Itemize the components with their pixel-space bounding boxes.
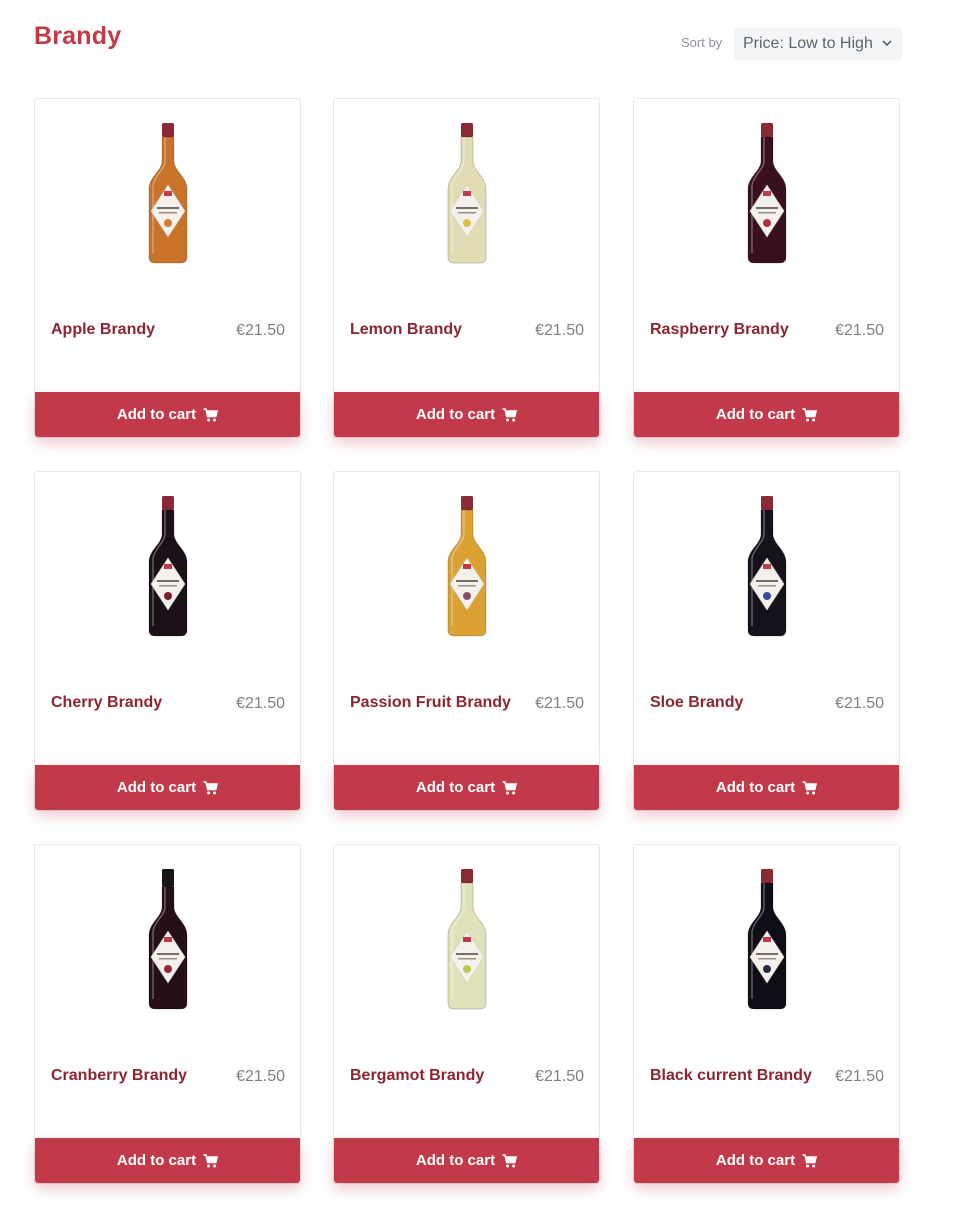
add-to-cart-label: Add to cart (116, 779, 197, 796)
add-to-cart-button[interactable]: Add to cart (634, 1138, 899, 1183)
cart-icon (203, 780, 219, 794)
product-card[interactable]: Sloe Brandy €21.50 Add to cart (633, 471, 900, 811)
product-name[interactable]: Black current Brandy (650, 1067, 812, 1085)
cart-icon (802, 1153, 818, 1167)
cart-icon (802, 407, 818, 421)
product-image[interactable] (442, 869, 492, 1014)
product-name[interactable]: Lemon Brandy (350, 321, 462, 339)
cart-icon (502, 1153, 518, 1167)
add-to-cart-button[interactable]: Add to cart (334, 765, 599, 810)
add-to-cart-label: Add to cart (415, 779, 496, 796)
product-price: €21.50 (535, 695, 584, 712)
add-to-cart-button[interactable]: Add to cart (35, 392, 300, 437)
product-image[interactable] (143, 496, 193, 641)
add-to-cart-label: Add to cart (116, 406, 197, 423)
add-to-cart-label: Add to cart (715, 406, 796, 423)
add-to-cart-button[interactable]: Add to cart (334, 392, 599, 437)
cart-icon (502, 407, 518, 421)
sort-label: Sort by (681, 35, 723, 50)
product-card[interactable]: Passion Fruit Brandy €21.50 Add to cart (333, 471, 600, 811)
product-image[interactable] (742, 123, 792, 268)
product-price: €21.50 (535, 1068, 584, 1085)
product-price: €21.50 (236, 1068, 285, 1085)
product-card[interactable]: Cranberry Brandy €21.50 Add to cart (34, 844, 301, 1184)
add-to-cart-label: Add to cart (415, 1152, 496, 1169)
add-to-cart-button[interactable]: Add to cart (634, 392, 899, 437)
cart-icon (802, 780, 818, 794)
add-to-cart-button[interactable]: Add to cart (334, 1138, 599, 1183)
add-to-cart-button[interactable]: Add to cart (35, 1138, 300, 1183)
product-card[interactable]: Apple Brandy €21.50 Add to cart (34, 98, 301, 438)
product-image[interactable] (143, 123, 193, 268)
product-price: €21.50 (535, 322, 584, 339)
product-name[interactable]: Cherry Brandy (51, 694, 162, 712)
product-image[interactable] (742, 496, 792, 641)
add-to-cart-button[interactable]: Add to cart (634, 765, 899, 810)
product-card[interactable]: Black current Brandy €21.50 Add to cart (633, 844, 900, 1184)
product-name[interactable]: Sloe Brandy (650, 694, 743, 712)
cart-icon (203, 1153, 219, 1167)
product-image[interactable] (742, 869, 792, 1014)
product-name[interactable]: Passion Fruit Brandy (350, 694, 511, 712)
product-price: €21.50 (835, 695, 884, 712)
product-card[interactable]: Cherry Brandy €21.50 Add to cart (34, 471, 301, 811)
product-image[interactable] (442, 496, 492, 641)
sort-selected-value: Price: Low to High (743, 35, 873, 52)
cart-icon (502, 780, 518, 794)
product-card[interactable]: Bergamot Brandy €21.50 Add to cart (333, 844, 600, 1184)
add-to-cart-label: Add to cart (116, 1152, 197, 1169)
product-price: €21.50 (236, 322, 285, 339)
product-card[interactable]: Raspberry Brandy €21.50 Add to cart (633, 98, 900, 438)
page-title: Brandy (34, 22, 122, 50)
product-name[interactable]: Cranberry Brandy (51, 1067, 187, 1085)
cart-icon (203, 407, 219, 421)
product-price: €21.50 (236, 695, 285, 712)
product-image[interactable] (442, 123, 492, 268)
add-to-cart-label: Add to cart (715, 779, 796, 796)
chevron-down-icon (882, 40, 892, 47)
add-to-cart-label: Add to cart (415, 406, 496, 423)
product-price: €21.50 (835, 322, 884, 339)
product-card[interactable]: Lemon Brandy €21.50 Add to cart (333, 98, 600, 438)
sort-select[interactable]: Price: Low to High (734, 28, 902, 60)
product-image[interactable] (143, 869, 193, 1014)
product-name[interactable]: Bergamot Brandy (350, 1067, 484, 1085)
add-to-cart-label: Add to cart (715, 1152, 796, 1169)
product-name[interactable]: Raspberry Brandy (650, 321, 789, 339)
product-price: €21.50 (835, 1068, 884, 1085)
product-name[interactable]: Apple Brandy (51, 321, 155, 339)
add-to-cart-button[interactable]: Add to cart (35, 765, 300, 810)
